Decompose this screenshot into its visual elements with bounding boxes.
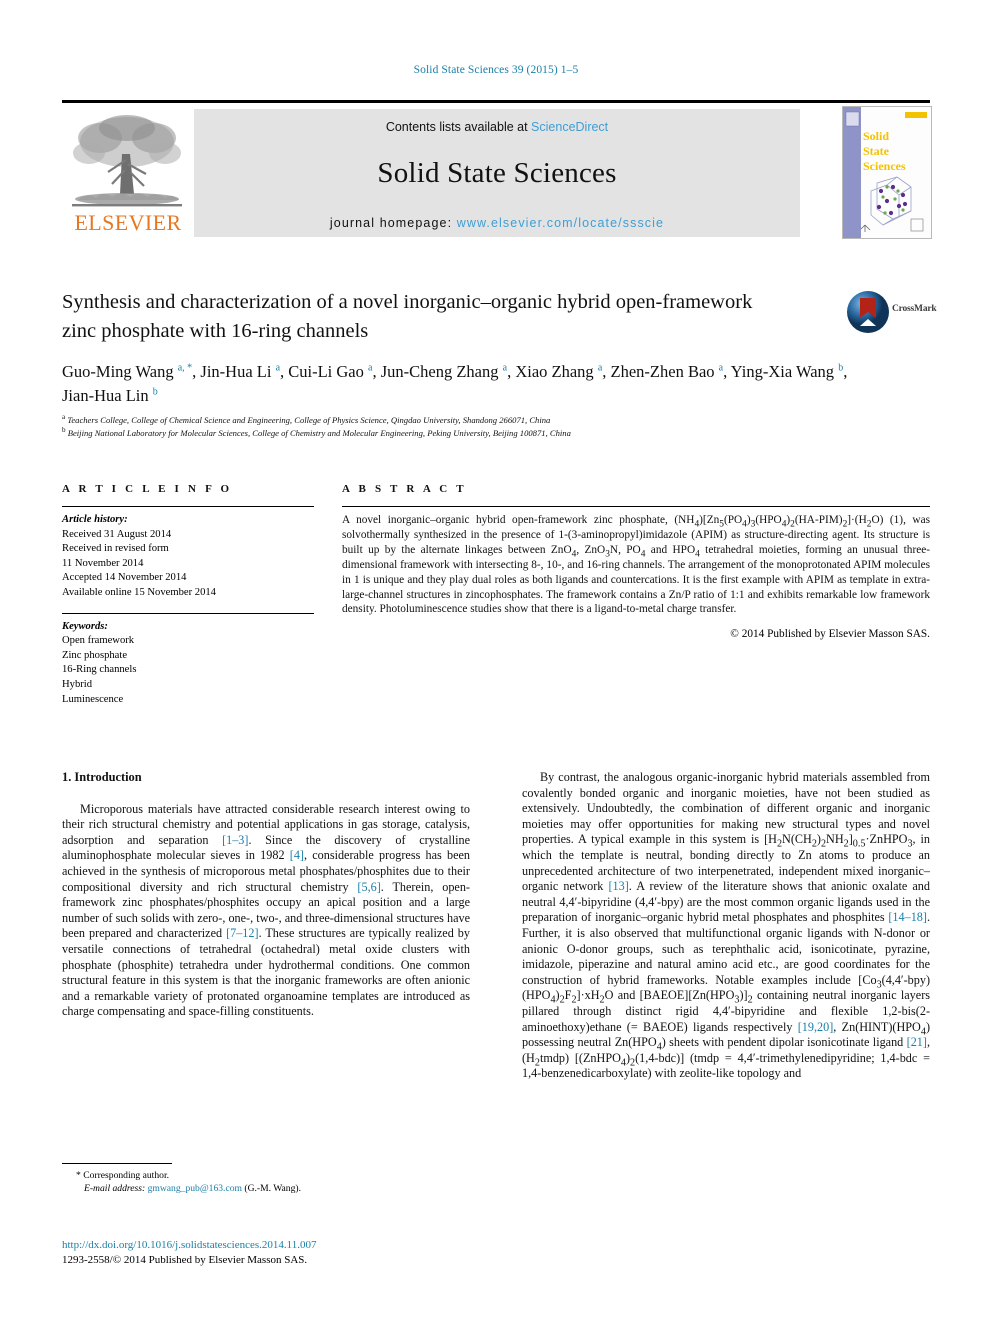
affiliation-list: a Teachers College, College of Chemical … <box>62 414 862 439</box>
abstract-rule <box>342 506 930 507</box>
elsevier-wordmark: ELSEVIER <box>74 210 182 235</box>
keyword-item: Luminescence <box>62 693 124 705</box>
abstract-text: A novel inorganic–organic hybrid open-fr… <box>342 514 930 616</box>
article-history-line: Available online 15 November 2014 <box>62 586 216 598</box>
abstract-heading: A B S T R A C T <box>342 483 467 495</box>
keyword-item: Zinc phosphate <box>62 649 128 661</box>
journal-cover-image: Solid State Sciences <box>843 107 931 238</box>
author-list: Guo-Ming Wang a, *, Jin-Hua Li a, Cui-Li… <box>62 360 852 408</box>
article-history-label: Article history: <box>62 514 128 525</box>
homepage-prefix-text: journal homepage: <box>329 216 457 230</box>
elsevier-tree-icon <box>72 115 182 207</box>
affiliation-a-text: Teachers College, College of Chemical Sc… <box>67 415 551 425</box>
email-owner: (G.-M. Wang). <box>244 1183 301 1195</box>
intro-paragraph-left: Microporous materials have attracted con… <box>62 801 470 1019</box>
journal-title: Solid State Sciences <box>377 157 617 189</box>
article-history-line: Received in revised form <box>62 543 169 555</box>
crossmark-label: CrossMark <box>892 304 937 314</box>
doi-footer: http://dx.doi.org/10.1016/j.solidstatesc… <box>62 1238 542 1268</box>
abstract-copyright: © 2014 Published by Elsevier Masson SAS. <box>730 628 930 641</box>
journal-homepage-line: journal homepage: www.elsevier.com/locat… <box>330 216 664 230</box>
journal-homepage-link[interactable]: www.elsevier.com/locate/ssscie <box>457 216 664 230</box>
corresponding-author-footnote: * Corresponding author. E-mail address: … <box>62 1163 470 1195</box>
svg-text:State: State <box>863 144 890 158</box>
article-info-rule <box>62 506 314 507</box>
body-column-left: 1. Introduction Microporous materials ha… <box>62 770 470 1020</box>
keywords-rule <box>62 612 314 614</box>
keyword-item: Hybrid <box>62 678 93 690</box>
section-heading-introduction: 1. Introduction <box>62 770 142 784</box>
sciencedirect-link[interactable]: ScienceDirect <box>531 120 608 134</box>
article-history-line: Accepted 14 November 2014 <box>62 572 187 584</box>
contents-banner: Contents lists available at ScienceDirec… <box>194 109 800 237</box>
crossmark-icon <box>847 291 889 333</box>
abstract-block: A B S T R A C T A novel inorganic–organi… <box>342 483 930 640</box>
email-line: E-mail address: gmwang_pub@163.com (G.-M… <box>62 1182 470 1195</box>
journal-cover-thumbnail: Solid State Sciences <box>842 106 932 239</box>
crossmark-badge[interactable]: CrossMark <box>846 290 942 336</box>
article-title: Synthesis and characterization of a nove… <box>62 291 753 342</box>
elsevier-tree-logo: ELSEVIER <box>64 108 190 236</box>
keywords-list: Open framework Zinc phosphate 16-Ring chan… <box>62 634 314 707</box>
email-label: E-mail address: <box>84 1183 146 1195</box>
svg-text:Solid: Solid <box>863 129 889 143</box>
intro-paragraph-right: By contrast, the analogous organic-inorg… <box>522 770 930 1081</box>
affiliation-b-text: Beijing National Laboratory for Molecula… <box>67 427 571 438</box>
affiliation-b: b Beijing National Laboratory for Molecu… <box>62 425 571 438</box>
article-history-line: Received 31 August 2014 <box>62 528 172 540</box>
corresponding-label: Corresponding author. <box>83 1170 170 1181</box>
issn-copyright-line: 1293-2558/© 2014 Published by Elsevier M… <box>62 1254 308 1266</box>
keywords-label: Keywords: <box>62 620 108 632</box>
keyword-item: Open framework <box>62 635 135 647</box>
journal-article-page: Solid State Sciences 39 (2015) 1–5 ELSEV… <box>0 0 992 1323</box>
body-column-right: By contrast, the analogous organic-inorg… <box>522 770 930 1082</box>
corresponding-marker: * <box>76 1170 81 1181</box>
corresponding-author-line: * Corresponding author. <box>62 1169 470 1182</box>
masthead-top-rule <box>62 100 930 103</box>
authors-text: Guo-Ming Wang a, *, Jin-Hua Li a, Cui-Li… <box>62 362 848 405</box>
footnote-rule <box>62 1163 172 1164</box>
running-head: Solid State Sciences 39 (2015) 1–5 <box>413 64 579 76</box>
article-info-block: A R T I C L E I N F O Article history: R… <box>62 483 314 707</box>
contents-prefix-text: Contents lists available at <box>385 120 532 134</box>
keyword-item: 16-Ring channels <box>62 664 137 676</box>
svg-text:Sciences: Sciences <box>863 159 906 173</box>
affiliation-a: a Teachers College, College of Chemical … <box>62 413 551 425</box>
article-info-heading: A R T I C L E I N F O <box>62 483 233 495</box>
journal-masthead: ELSEVIER Contents lists available at Sci… <box>62 100 932 239</box>
article-history-list: Received 31 August 2014 Received in revis… <box>62 528 314 601</box>
email-link[interactable]: gmwang_pub@163.com <box>148 1183 242 1194</box>
article-history-line: 11 November 2014 <box>62 557 144 569</box>
contents-available-line: Contents lists available at ScienceDirec… <box>386 120 608 134</box>
doi-link[interactable]: http://dx.doi.org/10.1016/j.solidstatesc… <box>62 1238 542 1253</box>
